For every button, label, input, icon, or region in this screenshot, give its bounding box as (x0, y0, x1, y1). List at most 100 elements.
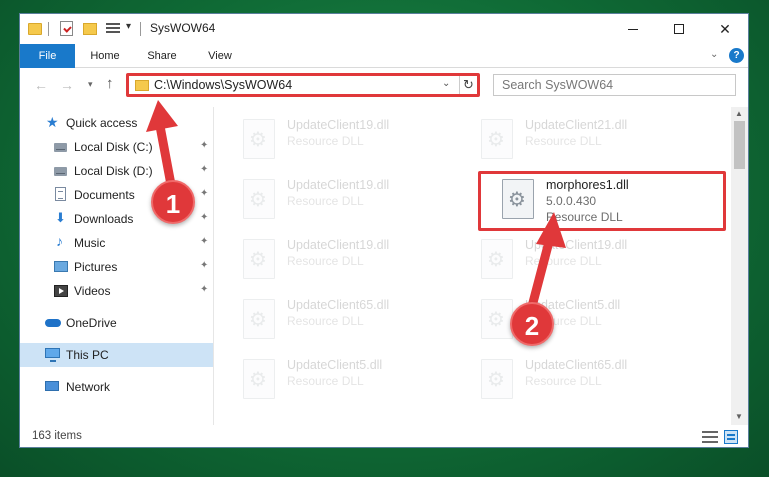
pin-icon[interactable]: ✦ (200, 260, 208, 271)
music-icon: ♪ (56, 233, 63, 249)
refresh-icon[interactable]: ↻ (459, 76, 477, 94)
file-name: UpdateClient19.dll (287, 118, 390, 132)
file-name: UpdateClient5.dll (287, 358, 383, 372)
dll-file-icon (243, 299, 275, 339)
sidebar-item-label: Music (74, 236, 106, 250)
maximize-button[interactable] (656, 14, 702, 44)
documents-icon (55, 187, 66, 201)
this-pc-icon (45, 348, 60, 362)
sidebar-item-quick-access[interactable]: ★ Quick access (20, 111, 213, 135)
pin-icon[interactable]: ✦ (200, 140, 208, 151)
tab-file[interactable]: File (20, 44, 75, 68)
file-item[interactable]: UpdateClient5.dll Resource DLL (243, 355, 473, 405)
scrollbar-thumb[interactable] (734, 121, 745, 169)
title-bar: ▾ SysWOW64 ✕ (20, 14, 748, 44)
sidebar-item-videos[interactable]: Videos ✦ (20, 279, 213, 303)
file-type: Resource DLL (287, 134, 364, 148)
file-item[interactable]: UpdateClient21.dll Resource DLL (481, 115, 711, 165)
disk-icon (54, 143, 67, 152)
file-item[interactable]: UpdateClient19.dll Resource DLL (481, 235, 711, 285)
navigation-pane: ★ Quick access Local Disk (C:) ✦ Local D… (20, 107, 214, 425)
sidebar-item-onedrive[interactable]: OneDrive (20, 311, 213, 335)
large-icons-view-icon[interactable] (724, 430, 738, 444)
tab-share[interactable]: Share (142, 44, 182, 68)
folder-icon[interactable] (28, 23, 42, 35)
view-icon[interactable] (106, 22, 120, 35)
file-type: Resource DLL (525, 254, 602, 268)
navigation-bar: ← → ▾ ↑ C:\Windows\SysWOW64 ⌄ ↻ Search S… (20, 69, 748, 101)
toolbar-divider (140, 22, 141, 36)
forward-arrow-icon[interactable]: → (60, 77, 74, 93)
details-view-icon[interactable] (702, 431, 718, 443)
address-bar[interactable]: C:\Windows\SysWOW64 ⌄ ↻ (126, 73, 480, 97)
status-bar: 163 items (20, 426, 748, 447)
file-name: UpdateClient19.dll (525, 238, 628, 252)
help-icon[interactable]: ? (729, 48, 744, 63)
scroll-up-icon[interactable]: ▲ (735, 109, 743, 118)
back-arrow-icon[interactable]: ← (34, 77, 48, 93)
sidebar-item-local-disk-c[interactable]: Local Disk (C:) ✦ (20, 135, 213, 159)
sidebar-item-label: Pictures (74, 260, 118, 274)
window-title: SysWOW64 (150, 21, 216, 35)
sidebar-item-label: Network (66, 380, 111, 394)
file-name: UpdateClient19.dll (287, 178, 390, 192)
file-name: UpdateClient65.dll (525, 358, 628, 372)
sidebar-item-label: OneDrive (66, 316, 117, 330)
file-type: Resource DLL (287, 374, 364, 388)
up-arrow-icon[interactable]: ↑ (106, 75, 114, 92)
pin-icon[interactable]: ✦ (200, 284, 208, 295)
sidebar-item-label: This PC (66, 348, 109, 362)
close-button[interactable]: ✕ (702, 14, 748, 44)
pin-icon[interactable]: ✦ (200, 212, 208, 223)
scroll-down-icon[interactable]: ▼ (735, 412, 743, 421)
pictures-icon (54, 261, 68, 272)
maximize-icon (674, 24, 684, 34)
sidebar-item-local-disk-d[interactable]: Local Disk (D:) ✦ (20, 159, 213, 183)
sidebar-item-label: Local Disk (C:) (74, 140, 153, 154)
file-item[interactable]: UpdateClient19.dll Resource DLL (243, 235, 473, 285)
file-item[interactable]: UpdateClient65.dll Resource DLL (481, 355, 711, 405)
search-box[interactable]: Search SysWOW64 (493, 74, 736, 96)
file-type: Resource DLL (525, 134, 602, 148)
sidebar-item-label: Quick access (66, 116, 138, 130)
file-name: UpdateClient65.dll (287, 298, 390, 312)
quick-access-dropdown-icon[interactable]: ▾ (126, 21, 131, 39)
vertical-scrollbar[interactable]: ▲ ▼ (731, 107, 748, 425)
downloads-icon: ⬇ (55, 210, 66, 225)
minimize-button[interactable] (610, 14, 656, 44)
dll-file-icon (481, 299, 513, 339)
file-name: UpdateClient19.dll (287, 238, 390, 252)
dll-file-icon (243, 239, 275, 279)
item-count: 163 items (32, 430, 82, 442)
address-dropdown-icon[interactable]: ⌄ (442, 78, 450, 89)
sidebar-item-this-pc[interactable]: This PC (20, 343, 213, 367)
search-input[interactable]: Search SysWOW64 (502, 78, 613, 92)
address-path[interactable]: C:\Windows\SysWOW64 (154, 78, 292, 92)
folder-icon (135, 80, 149, 91)
file-item[interactable]: UpdateClient19.dll Resource DLL (243, 175, 473, 225)
pin-icon[interactable]: ✦ (200, 236, 208, 247)
ribbon-tabs: File Home Share View ⌄ ? (20, 44, 748, 68)
sidebar-item-label: Downloads (74, 212, 134, 226)
sidebar-item-music[interactable]: ♪ Music ✦ (20, 231, 213, 255)
pin-icon[interactable]: ✦ (200, 164, 208, 175)
network-icon (45, 381, 59, 391)
pin-icon[interactable]: ✦ (200, 188, 208, 199)
file-type: Resource DLL (287, 314, 364, 328)
file-item[interactable]: UpdateClient19.dll Resource DLL (243, 115, 473, 165)
dll-file-icon (243, 359, 275, 399)
properties-icon[interactable] (60, 21, 73, 36)
file-item[interactable]: UpdateClient65.dll Resource DLL (243, 295, 473, 345)
new-folder-icon[interactable] (83, 23, 97, 35)
tab-view[interactable]: View (200, 44, 240, 68)
file-type: Resource DLL (287, 194, 364, 208)
recent-locations-icon[interactable]: ▾ (88, 79, 93, 90)
dll-file-icon (243, 119, 275, 159)
tab-home[interactable]: Home (82, 44, 128, 68)
sidebar-item-network[interactable]: Network (20, 375, 213, 399)
dll-file-icon (481, 119, 513, 159)
onedrive-icon (45, 319, 61, 327)
sidebar-item-pictures[interactable]: Pictures ✦ (20, 255, 213, 279)
file-list: UpdateClient19.dll Resource DLL UpdateCl… (215, 107, 731, 425)
expand-ribbon-icon[interactable]: ⌄ (710, 49, 718, 60)
